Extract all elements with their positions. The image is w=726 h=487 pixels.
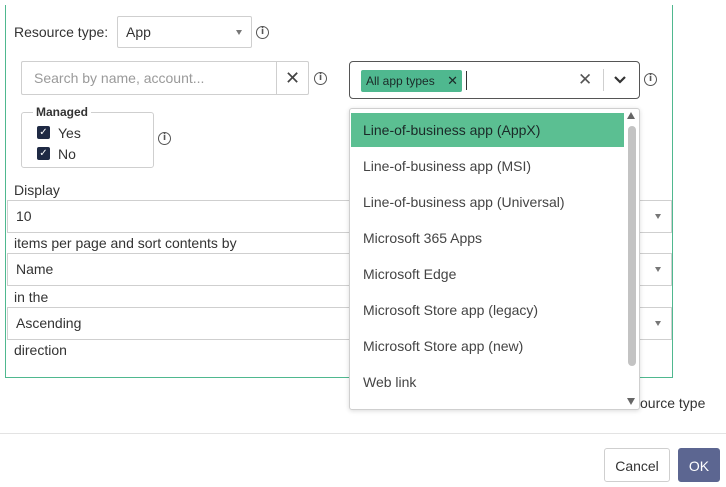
resource-type-select[interactable]: App <box>117 16 252 48</box>
info-icon[interactable]: i <box>644 73 657 86</box>
separator <box>603 69 604 91</box>
chevron-down-icon <box>655 267 661 272</box>
chevron-down-icon[interactable] <box>613 74 627 86</box>
scrollbar-thumb[interactable] <box>628 126 636 366</box>
app-type-option[interactable]: Line-of-business app (Universal) <box>351 185 624 219</box>
app-type-option[interactable]: Microsoft Store app (legacy) <box>351 293 624 327</box>
chevron-down-icon <box>236 30 242 35</box>
sort-label: items per page and sort contents by <box>14 235 237 251</box>
managed-yes-label: Yes <box>58 125 81 141</box>
chevron-down-icon <box>655 321 661 326</box>
app-type-multiselect[interactable]: All app types ✕ ✕ <box>349 61 640 99</box>
text-cursor <box>466 71 467 90</box>
info-icon[interactable]: i <box>314 72 327 85</box>
managed-yes-checkbox[interactable]: ✓ <box>37 126 50 139</box>
ok-button[interactable]: OK <box>678 448 720 482</box>
app-type-dropdown: Line-of-business app (AppX) Line-of-busi… <box>349 108 640 410</box>
resource-type-label: Resource type: <box>14 24 109 40</box>
search-input[interactable] <box>21 61 277 95</box>
footer-divider <box>0 433 726 434</box>
app-type-option[interactable]: Web link <box>351 365 624 399</box>
app-type-chip-label: All app types <box>366 74 435 88</box>
app-type-option[interactable]: Microsoft Store app (new) <box>351 329 624 363</box>
chevron-down-icon <box>655 214 661 219</box>
info-icon[interactable]: i <box>158 132 171 145</box>
scroll-down-icon[interactable] <box>627 398 635 405</box>
sort-by-value: Name <box>16 261 54 277</box>
close-icon[interactable]: ✕ <box>447 70 458 92</box>
resource-type-value: App <box>126 24 151 40</box>
display-label: Display <box>14 182 60 198</box>
info-icon[interactable]: i <box>256 26 269 39</box>
in-the-label: in the <box>14 289 49 305</box>
managed-no-label: No <box>58 146 76 162</box>
app-type-chip[interactable]: All app types ✕ <box>361 70 462 92</box>
app-type-option[interactable]: Line-of-business app (AppX) <box>351 113 624 147</box>
managed-no-checkbox[interactable]: ✓ <box>37 147 50 160</box>
close-icon: ✕ <box>284 68 301 88</box>
app-type-option[interactable]: Line-of-business app (MSI) <box>351 149 624 183</box>
direction-label: direction <box>14 342 67 358</box>
search-clear-button[interactable]: ✕ <box>276 61 309 95</box>
scroll-up-icon[interactable] <box>627 112 635 119</box>
per-page-value: 10 <box>16 208 32 224</box>
managed-legend: Managed <box>33 105 92 119</box>
app-type-option[interactable]: Microsoft Edge <box>351 257 624 291</box>
app-type-option[interactable]: Microsoft 365 Apps <box>351 221 624 255</box>
cancel-button[interactable]: Cancel <box>604 448 670 482</box>
background-resource-type-text: ource type <box>640 395 706 411</box>
direction-value: Ascending <box>16 315 82 331</box>
close-icon[interactable]: ✕ <box>578 70 592 90</box>
